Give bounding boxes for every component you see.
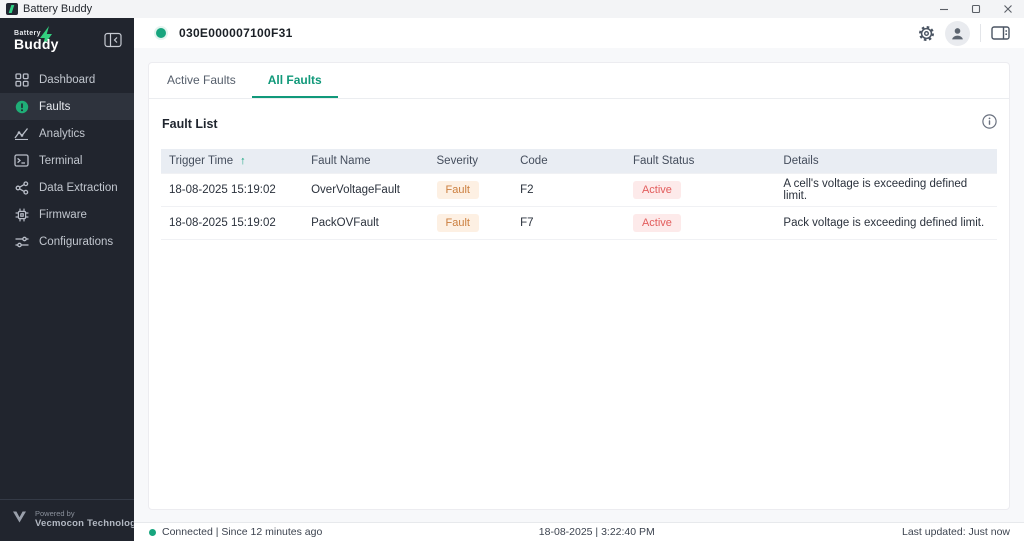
tabs: Active Faults All Faults	[149, 63, 1009, 99]
battery-buddy-logo: Battery Buddy	[14, 30, 59, 51]
column-trigger-time[interactable]: Trigger Time↑	[161, 149, 303, 174]
sidebar-item-configurations[interactable]: Configurations	[0, 228, 134, 255]
configurations-icon	[14, 236, 29, 248]
cell-fault-name: PackOVFault	[303, 207, 428, 240]
header-divider	[980, 24, 981, 42]
sidebar-item-label: Terminal	[39, 155, 82, 167]
company-name: Vecmocon Technologies	[35, 518, 150, 529]
cell-code: F2	[512, 174, 625, 207]
main-header: 030E000007100F31	[134, 18, 1024, 48]
content-area: Active Faults All Faults Fault List	[134, 48, 1024, 522]
sidebar-footer: Powered by Vecmocon Technologies	[0, 499, 134, 541]
connection-status-dot	[156, 28, 166, 38]
dashboard-icon	[14, 73, 29, 87]
cell-fault-status: Active	[625, 174, 775, 207]
statusbar-datetime: 18-08-2025 | 3:22:40 PM	[539, 523, 655, 541]
table-header-row: Trigger Time↑ Fault Name Severity Code F…	[161, 149, 997, 174]
cell-details: Pack voltage is exceeding defined limit.	[775, 207, 997, 240]
sidebar-item-label: Configurations	[39, 236, 113, 248]
column-fault-status[interactable]: Fault Status	[625, 149, 775, 174]
cell-severity: Fault	[429, 174, 513, 207]
table-row[interactable]: 18-08-2025 15:19:02 OverVoltageFault Fau…	[161, 174, 997, 207]
sidebar-item-label: Faults	[39, 101, 70, 113]
sidebar-item-firmware[interactable]: Firmware	[0, 201, 134, 228]
status-badge: Active	[633, 181, 681, 199]
terminal-icon	[14, 154, 29, 167]
statusbar-last-updated: Last updated: Just now	[902, 523, 1010, 541]
titlebar: Battery Buddy	[0, 0, 1024, 18]
panel-right-icon[interactable]	[991, 25, 1010, 41]
cell-severity: Fault	[429, 207, 513, 240]
severity-badge: Fault	[437, 181, 479, 199]
sort-asc-icon[interactable]: ↑	[240, 155, 246, 167]
sidebar-item-dashboard[interactable]: Dashboard	[0, 66, 134, 93]
faults-icon	[14, 100, 29, 114]
sidebar-item-label: Data Extraction	[39, 182, 118, 194]
fault-list-title: Fault List	[162, 117, 218, 131]
info-icon[interactable]	[982, 114, 997, 134]
sidebar: Battery Buddy Dashboard	[0, 18, 134, 541]
table-row[interactable]: 18-08-2025 15:19:02 PackOVFault Fault F7…	[161, 207, 997, 240]
column-details[interactable]: Details	[775, 149, 997, 174]
sidebar-item-terminal[interactable]: Terminal	[0, 147, 134, 174]
window-title: Battery Buddy	[23, 3, 92, 15]
severity-badge: Fault	[437, 214, 479, 232]
cell-fault-status: Active	[625, 207, 775, 240]
vecmocon-logo-icon	[12, 510, 27, 528]
tab-active-faults[interactable]: Active Faults	[151, 63, 252, 98]
column-code[interactable]: Code	[512, 149, 625, 174]
tab-all-faults[interactable]: All Faults	[252, 63, 338, 98]
sidebar-nav: Dashboard Faults Analytics	[0, 66, 134, 255]
cell-trigger-time: 18-08-2025 15:19:02	[161, 207, 303, 240]
app-icon	[6, 3, 18, 15]
connected-dot-icon	[149, 529, 156, 536]
column-fault-name[interactable]: Fault Name	[303, 149, 428, 174]
column-severity[interactable]: Severity	[429, 149, 513, 174]
sidebar-item-label: Dashboard	[39, 74, 95, 86]
cell-code: F7	[512, 207, 625, 240]
sidebar-item-data-extraction[interactable]: Data Extraction	[0, 174, 134, 201]
fault-table-wrap: Trigger Time↑ Fault Name Severity Code F…	[149, 149, 1009, 240]
faults-card: Active Faults All Faults Fault List	[148, 62, 1010, 510]
data-extraction-icon	[14, 181, 29, 195]
analytics-icon	[14, 127, 29, 140]
gear-icon[interactable]	[918, 25, 935, 42]
sidebar-item-faults[interactable]: Faults	[0, 93, 134, 120]
minimize-button[interactable]	[928, 0, 960, 18]
status-badge: Active	[633, 214, 681, 232]
user-avatar-icon[interactable]	[945, 21, 970, 46]
statusbar: Connected | Since 12 minutes ago 18-08-2…	[134, 522, 1024, 541]
maximize-button[interactable]	[960, 0, 992, 18]
sidebar-item-label: Analytics	[39, 128, 85, 140]
statusbar-connection: Connected | Since 12 minutes ago	[162, 526, 322, 538]
device-id: 030E000007100F31	[179, 26, 293, 40]
battery-buddy-app: Battery Buddy Battery Buddy	[0, 0, 1024, 541]
main-area: 030E000007100F31	[134, 18, 1024, 541]
cell-fault-name: OverVoltageFault	[303, 174, 428, 207]
cell-trigger-time: 18-08-2025 15:19:02	[161, 174, 303, 207]
sidebar-item-label: Firmware	[39, 209, 87, 221]
fault-table: Trigger Time↑ Fault Name Severity Code F…	[161, 149, 997, 240]
firmware-icon	[14, 208, 29, 222]
sidebar-item-analytics[interactable]: Analytics	[0, 120, 134, 147]
close-button[interactable]	[992, 0, 1024, 18]
cell-details: A cell's voltage is exceeding defined li…	[775, 174, 997, 207]
sidebar-collapse-icon[interactable]	[104, 32, 122, 48]
powered-by-label: Powered by	[35, 509, 150, 518]
